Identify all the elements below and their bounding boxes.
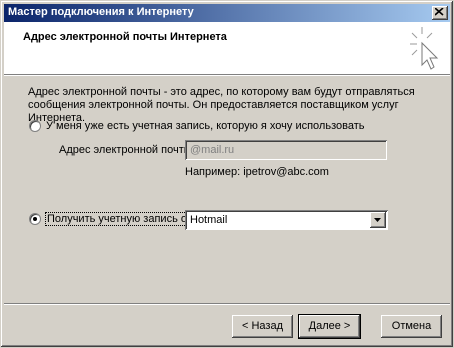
footer-divider-highlight [4, 304, 450, 305]
new-account-radio[interactable] [29, 213, 41, 225]
email-example: Например: ipetrov@abc.com [185, 166, 329, 178]
provider-select[interactable]: Hotmail [185, 210, 388, 230]
close-icon [435, 8, 444, 16]
next-button[interactable]: Далее > [299, 315, 360, 338]
title-bar[interactable]: Мастер подключения к Интернету [4, 4, 450, 22]
close-button[interactable] [432, 6, 448, 20]
cancel-button[interactable]: Отмена [381, 315, 442, 338]
wizard-cursor-icon [410, 27, 439, 70]
provider-select-value: Hotmail [190, 214, 228, 226]
provider-dropdown-button[interactable] [370, 212, 386, 228]
window-title: Мастер подключения к Интернету [8, 6, 194, 18]
wizard-window: Мастер подключения к Интернету Адрес эле… [0, 0, 454, 348]
email-field[interactable] [185, 140, 387, 160]
back-button[interactable]: < Назад [232, 315, 293, 338]
option-new-account[interactable]: Получить учетную запись от: [29, 212, 197, 226]
new-account-label: Получить учетную запись от: [45, 212, 197, 226]
page-title: Адрес электронной почты Интернета [23, 31, 227, 43]
option-existing-account[interactable]: У меня уже есть учетная запись, которую … [29, 120, 364, 132]
chevron-down-icon [374, 218, 381, 222]
existing-account-radio[interactable] [29, 120, 41, 132]
wizard-header: Адрес электронной почты Интернета [4, 22, 450, 74]
email-label: Адрес электронной почты: [59, 144, 195, 156]
existing-account-label: У меня уже есть учетная запись, которую … [46, 120, 365, 132]
header-divider-highlight [4, 75, 450, 76]
